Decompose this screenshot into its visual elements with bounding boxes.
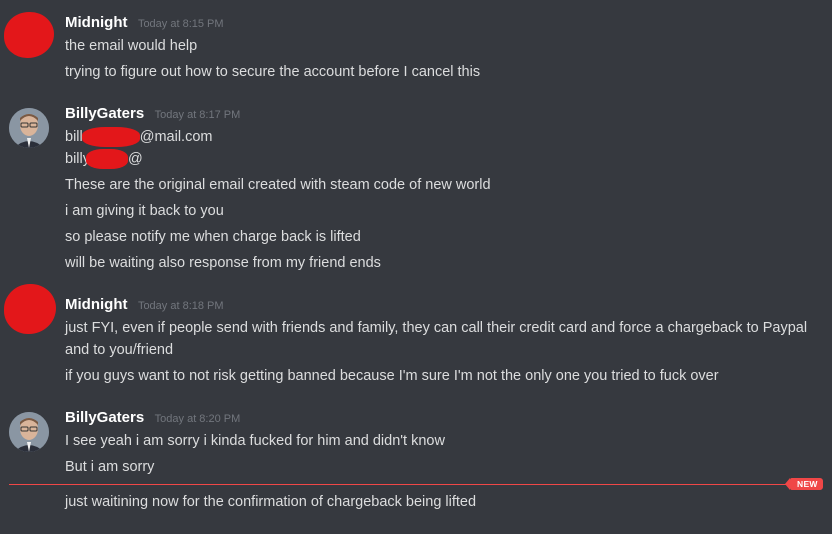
message-text: will be waiting also response from my fr…: [65, 255, 381, 271]
username[interactable]: Midnight: [65, 14, 127, 31]
message-text: the email would help: [65, 38, 198, 54]
redaction-mark: [81, 127, 140, 148]
message-text: if you guys want to not risk getting ban…: [65, 368, 719, 384]
redaction-mark: [85, 149, 128, 170]
message-text: just FYI, even if people send with frien…: [65, 320, 808, 358]
username[interactable]: Midnight: [65, 296, 127, 313]
avatar[interactable]: [9, 108, 49, 148]
timestamp: Today at 8:17 PM: [154, 109, 241, 121]
new-messages-badge: NEW: [785, 478, 823, 490]
username[interactable]: BillyGaters: [65, 105, 144, 122]
message-header: Midnight Today at 8:15 PM: [65, 14, 224, 32]
avatar[interactable]: [9, 412, 49, 452]
message-text: trying to figure out how to secure the a…: [65, 64, 481, 80]
avatar[interactable]: [4, 12, 54, 58]
email-suffix: @mail.com: [139, 129, 213, 145]
message-header: BillyGaters Today at 8:17 PM: [65, 105, 240, 123]
user-photo-icon: [9, 108, 49, 148]
message-text-email: bill @mail.com: [65, 126, 212, 148]
message-text: so please notify me when charge back is …: [65, 229, 361, 245]
message-header: BillyGaters Today at 8:20 PM: [65, 409, 240, 427]
timestamp: Today at 8:15 PM: [137, 18, 224, 30]
message-text: just waitining now for the confirmation …: [65, 494, 477, 510]
message-text: These are the original email created wit…: [65, 177, 491, 193]
timestamp: Today at 8:18 PM: [137, 300, 224, 312]
message-text: I see yeah i am sorry i kinda fucked for…: [65, 433, 445, 449]
new-messages-divider: [9, 484, 794, 485]
timestamp: Today at 8:20 PM: [154, 413, 241, 425]
message-text: i am giving it back to you: [65, 203, 224, 219]
user-photo-icon: [9, 412, 49, 452]
message-text: But i am sorry: [65, 459, 155, 475]
message-text-email: billy @: [65, 148, 143, 170]
avatar[interactable]: [4, 284, 56, 334]
message-header: Midnight Today at 8:18 PM: [65, 296, 224, 314]
email-prefix: bill: [65, 129, 83, 145]
username[interactable]: BillyGaters: [65, 409, 144, 426]
email-suffix: @: [127, 151, 143, 167]
